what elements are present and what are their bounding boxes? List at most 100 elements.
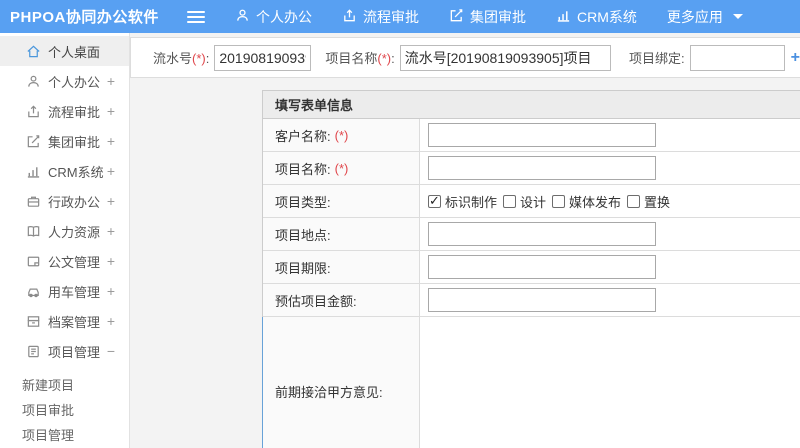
serial-number-input[interactable] <box>214 44 312 71</box>
nav-crm-system[interactable]: CRM系统 <box>556 7 637 27</box>
main-content: 流水号(*): 项目名称(*): 项目绑定: + 填写表单信息 客户名称:(*)… <box>130 33 800 448</box>
sidebar-item-vehicle[interactable]: 用车管理 + <box>0 276 129 306</box>
checkbox-label: 标识制作 <box>445 194 498 210</box>
process-icon <box>342 8 363 26</box>
form-panel-title: 填写表单信息 <box>263 91 800 119</box>
car-icon <box>26 284 41 299</box>
sidebar-item-group-approval[interactable]: 集团审批 + <box>0 126 129 156</box>
sidebar-item-admin-office[interactable]: 行政办公 + <box>0 186 129 216</box>
sidebar-submenu-project: 新建项目 项目审批 项目管理 <box>0 366 129 447</box>
project-duration-input[interactable] <box>428 255 656 279</box>
sidebar-subitem-new-project[interactable]: 新建项目 <box>0 372 129 397</box>
checkbox-label: 设计 <box>520 194 547 210</box>
checkbox-icon[interactable] <box>552 194 566 208</box>
expand-icon[interactable]: + <box>107 133 115 149</box>
expand-icon[interactable]: + <box>107 163 115 179</box>
form-row-estimated-amount: 预估项目金额: <box>263 284 800 317</box>
home-icon <box>26 44 41 59</box>
sidebar-item-label: 档案管理 <box>48 314 101 330</box>
required-mark: (*) <box>377 51 392 66</box>
sidebar-subitem-project-manage[interactable]: 项目管理 <box>0 422 129 447</box>
expand-icon[interactable]: + <box>107 193 115 209</box>
nav-personal-office[interactable]: 个人办公 <box>235 7 312 27</box>
sidebar-item-personal-office[interactable]: 个人办公 + <box>0 66 129 96</box>
checkbox-icon[interactable] <box>503 194 517 208</box>
subitem-label: 项目管理 <box>22 428 75 443</box>
estimated-amount-input[interactable] <box>428 288 656 312</box>
expand-icon[interactable]: + <box>107 103 115 119</box>
checkbox-label: 置换 <box>644 194 671 210</box>
expand-icon[interactable]: + <box>107 283 115 299</box>
edit-square-icon <box>449 8 470 26</box>
form-row-project-duration: 项目期限: <box>263 251 800 284</box>
nav-label: 集团审批 <box>470 8 526 25</box>
field-label: 项目名称: (*) <box>263 152 420 184</box>
sidebar-item-desktop[interactable]: 个人桌面 <box>0 36 129 66</box>
required-mark: (*) <box>334 160 349 176</box>
nav-group-approval[interactable]: 集团审批 <box>449 7 526 27</box>
expand-icon[interactable]: + <box>107 223 115 239</box>
book-icon <box>26 224 41 239</box>
sidebar: 个人桌面 个人办公 + 流程审批 + 集团审批 + CRM系统 + 行政办公 +… <box>0 33 130 448</box>
sidebar-item-label: 用车管理 <box>48 284 101 300</box>
top-navbar: PHPOA协同办公软件 个人办公 流程审批 集团审批 CRM系统 更多应用 <box>0 0 800 33</box>
edit-square-icon <box>26 134 41 149</box>
nav-label: CRM系统 <box>577 8 637 25</box>
project-name-input[interactable] <box>399 44 612 71</box>
checkbox-checked-icon[interactable] <box>428 193 441 209</box>
sidebar-item-official-docs[interactable]: 公文管理 + <box>0 246 129 276</box>
expand-icon[interactable]: + <box>107 73 115 89</box>
required-mark: (*) <box>192 51 206 66</box>
sidebar-item-crm[interactable]: CRM系统 + <box>0 156 129 186</box>
customer-name-input[interactable] <box>428 123 656 147</box>
form-row-project-name: 项目名称: (*) <box>263 152 800 185</box>
field-label: 项目类型: <box>263 185 420 217</box>
checkbox-option-media[interactable]: 媒体发布 <box>552 192 621 211</box>
sidebar-item-label: 流程审批 <box>48 104 101 120</box>
caret-down-icon <box>732 14 743 19</box>
sidebar-subitem-project-approval[interactable]: 项目审批 <box>0 397 129 422</box>
form-row-initial-opinion: 前期接洽甲方意见: <box>262 317 800 448</box>
nav-label: 流程审批 <box>363 8 419 25</box>
field-label: 预估项目金额: <box>263 284 420 316</box>
sidebar-item-label: 项目管理 <box>48 344 101 360</box>
field-label: 项目地点: <box>263 218 420 250</box>
checkbox-option-design[interactable]: 设计 <box>503 192 546 211</box>
serial-label: 流水号(*): <box>153 51 210 66</box>
checkbox-option-signage[interactable]: 标识制作 <box>428 192 497 211</box>
nav-more-apps[interactable]: 更多应用 <box>667 7 743 27</box>
form-panel: 填写表单信息 客户名称:(*) 项目名称:(*) 项目类型: 标识制作 设计 <box>262 90 800 448</box>
initial-opinion-textarea[interactable] <box>420 317 800 448</box>
expand-icon[interactable]: + <box>107 313 115 329</box>
sidebar-item-project-mgmt[interactable]: 项目管理 − <box>0 336 129 366</box>
user-icon <box>235 8 256 26</box>
app-window: PHPOA协同办公软件 个人办公 流程审批 集团审批 CRM系统 更多应用 个人… <box>0 0 800 448</box>
sidebar-item-label: 个人办公 <box>48 74 101 90</box>
subitem-label: 新建项目 <box>22 378 75 393</box>
add-icon[interactable]: + <box>791 49 800 67</box>
sidebar-item-archives[interactable]: 档案管理 + <box>0 306 129 336</box>
archive-icon <box>26 314 41 329</box>
sidebar-item-hr[interactable]: 人力资源 + <box>0 216 129 246</box>
nav-workflow-approval[interactable]: 流程审批 <box>342 7 419 27</box>
project-bind-label: 项目绑定: <box>629 51 685 66</box>
required-mark: (*) <box>334 127 349 143</box>
expand-icon[interactable]: + <box>107 253 115 269</box>
project-header-bar: 流水号(*): 项目名称(*): 项目绑定: + <box>130 37 800 78</box>
project-name-form-input[interactable] <box>428 156 656 180</box>
checkbox-icon[interactable] <box>627 194 641 208</box>
bar-chart-icon <box>26 164 41 179</box>
app-logo: PHPOA协同办公软件 <box>10 9 159 26</box>
briefcase-icon <box>26 194 41 209</box>
bar-chart-icon <box>556 8 577 26</box>
sidebar-item-label: 人力资源 <box>48 224 101 240</box>
checkbox-option-exchange[interactable]: 置换 <box>627 192 670 211</box>
user-icon <box>26 74 41 89</box>
sidebar-item-workflow-approval[interactable]: 流程审批 + <box>0 96 129 126</box>
collapse-icon[interactable]: − <box>107 343 115 359</box>
document-icon <box>26 254 41 269</box>
project-bind-input[interactable] <box>689 44 785 71</box>
project-location-input[interactable] <box>428 222 656 246</box>
menu-icon[interactable] <box>187 10 205 23</box>
field-label: 客户名称: (*) <box>263 119 420 151</box>
